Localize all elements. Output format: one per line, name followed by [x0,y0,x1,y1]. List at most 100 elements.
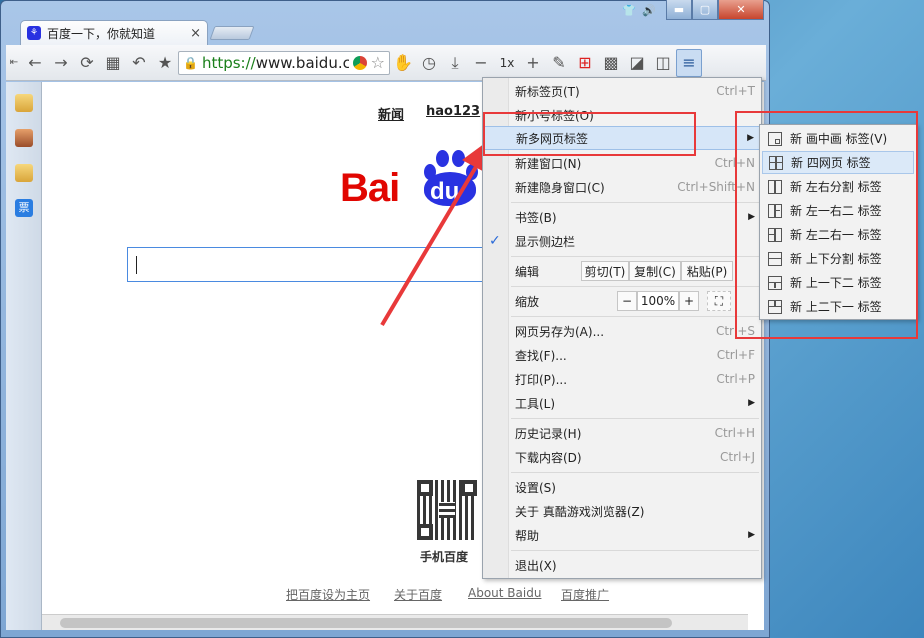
chrome-icon[interactable] [352,55,367,70]
lock-icon: 🔒 [183,55,198,70]
menu-label: 显示侧边栏 [515,234,576,249]
download-icon[interactable]: ⤓ [442,49,468,77]
sidebar: 票 [6,82,42,630]
menu-item-exit[interactable]: 退出(X) [483,553,761,577]
menu-label: 帮助 [515,528,540,543]
menu-separator [511,472,759,473]
mosaic-icon[interactable]: ▩ [598,49,624,77]
paste-button[interactable]: 粘贴(P) [681,261,733,281]
menu-item-settings[interactable]: 设置(S) [483,475,761,499]
menu-label: 缩放 [515,294,540,309]
menu-item-tools[interactable]: 工具(L) ▶ [483,391,761,415]
sidebar-toggle-icon[interactable]: ⇤ [6,49,22,77]
qr-code [417,480,477,540]
medical-cross-icon[interactable]: ⊞ [572,49,598,77]
menu-label: 设置(S) [515,480,556,495]
gesture-hand-icon[interactable]: ✋ [390,49,416,77]
menu-separator [511,316,759,317]
submenu-arrow-icon: ▶ [748,530,755,540]
tab-close-icon[interactable]: × [190,26,201,41]
menu-item-new-tab[interactable]: 新标签页(T) Ctrl+T [483,79,761,103]
speed-label[interactable]: 1x [494,49,520,77]
main-menu-icon[interactable]: ≡ [676,48,702,77]
url-scheme: https:// [201,53,256,72]
cut-button[interactable]: 剪切(T) [581,261,629,281]
footer-link-about-en[interactable]: About Baidu [468,586,541,600]
top-link-hao123[interactable]: hao123 [426,104,480,119]
footer-link-homepage[interactable]: 把百度设为主页 [286,586,370,603]
new-tab-button[interactable] [209,26,255,40]
tab-title: 百度一下，你就知道 [47,26,156,41]
menu-item-incognito[interactable]: 新建隐身窗口(C) Ctrl+Shift+N [483,175,761,199]
menu-label: 下载内容(D) [515,450,582,465]
menu-label: 新建窗口(N) [515,156,582,171]
menu-shortcut: Ctrl+T [716,84,755,98]
checkmark-icon: ✓ [489,233,501,249]
menu-item-show-sidebar[interactable]: ✓ 显示侧边栏 [483,229,761,253]
menu-item-about[interactable]: 关于 真酷游戏浏览器(Z) [483,499,761,523]
qr-caption: 手机百度 [420,550,469,564]
footer-link-about[interactable]: 关于百度 [394,586,442,603]
menu-item-downloads[interactable]: 下载内容(D) Ctrl+J [483,445,761,469]
menu-separator [511,256,759,257]
menu-item-history[interactable]: 历史记录(H) Ctrl+H [483,421,761,445]
menu-label: 退出(X) [515,558,557,573]
horizontal-scrollbar[interactable] [42,614,748,630]
menu-shortcut: Ctrl+F [716,348,755,362]
menu-item-bookmarks[interactable]: 书签(B) ▶ [483,205,761,229]
highlight-submenu [735,111,918,339]
bookmark-star-icon[interactable]: ★ [152,49,178,77]
clean-broom-icon[interactable]: ✎ [546,49,572,77]
window-split-icon[interactable]: ◫ [650,49,676,77]
menu-label: 查找(F)... [515,348,567,363]
top-link-news[interactable]: 新闻 [378,104,404,123]
zoom-in-icon[interactable]: + [520,49,546,77]
maximize-button[interactable]: ▢ [692,0,718,20]
menu-item-print[interactable]: 打印(P)... Ctrl+P [483,367,761,391]
forward-icon[interactable]: → [48,49,74,77]
folder-star-icon[interactable] [15,94,33,112]
menu-label: 新建隐身窗口(C) [515,180,605,195]
bookmark-folder-icon[interactable] [15,164,33,182]
reload-icon[interactable]: ⟳ [74,49,100,77]
menu-item-help[interactable]: 帮助 ▶ [483,523,761,547]
menu-label: 历史记录(H) [515,426,582,441]
user-contact-icon[interactable] [15,129,33,147]
menu-separator [511,418,759,419]
highlight-multi-page-item [483,112,696,156]
address-bar[interactable]: 🔒 https://www.baidu.c ☆ [178,50,390,75]
menu-label: 书签(B) [515,210,557,225]
ticket-icon[interactable]: 票 [15,199,33,217]
menu-label: 新标签页(T) [515,84,580,99]
menu-label: 编辑 [515,264,540,279]
submenu-arrow-icon: ▶ [748,398,755,408]
menu-item-find[interactable]: 查找(F)... Ctrl+F [483,343,761,367]
minimize-button[interactable]: ▬ [666,0,692,20]
fullscreen-icon[interactable]: ⛶ [707,291,731,311]
menu-shortcut: Ctrl+J [720,450,755,464]
baidu-paw-icon: ⚘ [27,26,41,40]
history-clock-icon[interactable]: ◷ [416,49,442,77]
toolbar: ⇤ ← → ⟳ ▦ ↶ ★ 🔒 https://www.baidu.c ☆ ✋ … [6,45,766,81]
arrow-shaft [380,158,482,327]
menu-label: 关于 真酷游戏浏览器(Z) [515,504,645,519]
tab-baidu[interactable]: ⚘ 百度一下，你就知道 × [20,20,208,45]
zoom-plus-button[interactable]: + [679,291,699,311]
close-button[interactable]: ✕ [718,0,764,20]
undo-close-icon[interactable]: ↶ [126,49,152,77]
zoom-out-icon[interactable]: − [468,49,494,77]
footer-link-promote[interactable]: 百度推广 [561,586,609,603]
favorite-star-icon[interactable]: ☆ [371,53,385,72]
back-icon[interactable]: ← [22,49,48,77]
menu-item-save-as[interactable]: 网页另存为(A)... Ctrl+S [483,319,761,343]
volume-icon[interactable]: 🔊 [640,0,658,20]
zoom-minus-button[interactable]: − [617,291,637,311]
menu-shortcut: Ctrl+H [714,426,755,440]
shirt-icon[interactable]: 👕 [620,0,638,20]
copy-button[interactable]: 复制(C) [629,261,681,281]
screenshot-icon[interactable]: ◪ [624,49,650,77]
menu-label: 工具(L) [515,396,556,411]
apps-grid-icon[interactable]: ▦ [100,49,126,77]
zoom-value: 100% [637,291,679,311]
menu-separator [511,202,759,203]
